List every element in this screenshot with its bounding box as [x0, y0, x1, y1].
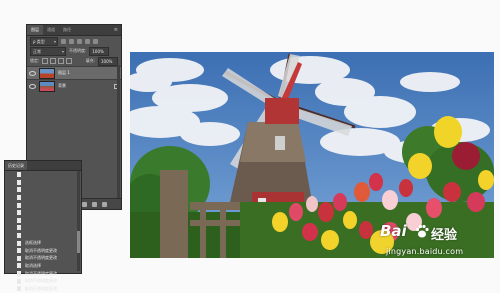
- visibility-eye-icon[interactable]: [29, 83, 36, 89]
- history-item[interactable]: [5, 186, 81, 194]
- history-item[interactable]: 取消选择: [5, 262, 81, 270]
- trash-icon[interactable]: [101, 201, 107, 207]
- lock-pixels-icon[interactable]: [50, 58, 57, 64]
- tab-history[interactable]: 历史记录: [5, 161, 27, 170]
- history-state-icon: [17, 233, 21, 239]
- adjustment-filter-icon[interactable]: [69, 38, 74, 44]
- history-item[interactable]: [5, 217, 81, 225]
- layer-thumbnail: [39, 67, 55, 79]
- shape-filter-icon[interactable]: [85, 38, 90, 44]
- history-item[interactable]: [5, 209, 81, 217]
- layers-scrollbar[interactable]: [117, 65, 120, 205]
- history-item-label: 取消选择: [25, 262, 41, 268]
- history-item[interactable]: [5, 201, 81, 209]
- fill-field[interactable]: 100%: [98, 56, 118, 66]
- layer-filter-row: ρ 类型: [27, 36, 121, 46]
- paw-icon: [415, 224, 429, 238]
- history-state-icon: [17, 172, 21, 178]
- history-state-icon: [17, 202, 21, 208]
- history-state-icon: [17, 278, 21, 284]
- history-panel-tabs: 历史记录: [5, 161, 81, 171]
- tab-channels[interactable]: 通道: [43, 25, 59, 35]
- baidu-jingyan-watermark: Bai 经验 jingyan.baidu.com: [380, 222, 498, 268]
- history-item-label: 取消不透明度更改: [25, 278, 57, 284]
- history-item-label: 取消不透明度更改: [25, 285, 57, 291]
- history-item[interactable]: 取消不透明度更改: [5, 277, 81, 285]
- layer-name: 背景: [58, 83, 66, 88]
- history-item-label: 取消不透明度更改: [25, 247, 57, 253]
- tab-paths[interactable]: 路径: [59, 25, 75, 35]
- pixel-filter-icon[interactable]: [61, 38, 66, 44]
- history-scrollbar-thumb[interactable]: [77, 231, 80, 253]
- history-item[interactable]: 取消不透明度更改: [5, 255, 81, 263]
- history-panel: 历史记录 选框选择 取消不透明度更改 取消不透明度更改 取消选择 取消不透明度更改 取消不…: [4, 160, 82, 292]
- history-state-icon: [17, 255, 21, 261]
- filter-icons: [61, 38, 98, 44]
- visibility-eye-icon[interactable]: [29, 70, 36, 76]
- layer-row-background[interactable]: 背景: [27, 79, 121, 92]
- history-item[interactable]: [5, 179, 81, 187]
- kind-filter-select[interactable]: ρ 类型: [30, 36, 58, 46]
- watermark-brand: Bai: [380, 222, 407, 240]
- opacity-field[interactable]: 100%: [89, 46, 110, 56]
- layer-thumbnail: [39, 80, 55, 92]
- history-state-icon: [17, 217, 21, 223]
- new-layer-icon[interactable]: [91, 201, 97, 207]
- lock-label: 锁定:: [30, 58, 40, 63]
- lock-transparency-icon[interactable]: [42, 58, 49, 64]
- watermark-url: jingyan.baidu.com: [386, 247, 464, 256]
- panel-menu-icon[interactable]: ≡: [114, 25, 121, 35]
- history-item[interactable]: 选框选择: [5, 239, 81, 247]
- fill-label: 填充:: [85, 58, 95, 63]
- history-state-icon: [17, 187, 21, 193]
- history-state-icon: [17, 240, 21, 246]
- lock-row: 锁定: 填充: 100%: [27, 56, 121, 66]
- history-item[interactable]: 取消不透明度更改: [5, 285, 81, 293]
- lock-icons: [42, 58, 73, 64]
- history-state-icon: [17, 195, 21, 201]
- history-state-icon: [17, 179, 21, 185]
- history-state-icon: [17, 225, 21, 231]
- layer-name: 图层 1: [58, 70, 70, 75]
- history-item[interactable]: [5, 232, 81, 240]
- lock-all-icon[interactable]: [66, 58, 73, 64]
- smart-object-filter-icon[interactable]: [93, 38, 98, 44]
- layers-panel-tabs: 图层 通道 路径 ≡: [27, 25, 121, 36]
- type-filter-icon[interactable]: [77, 38, 82, 44]
- history-item[interactable]: [5, 171, 81, 179]
- blend-mode-select[interactable]: 正常: [30, 46, 66, 56]
- history-item-label: 选框选择: [25, 240, 41, 246]
- history-list: 选框选择 取消不透明度更改 取消不透明度更改 取消选择 取消不透明度更改 取消不透明度更改…: [5, 171, 81, 293]
- history-state-icon: [17, 248, 21, 254]
- history-scrollbar[interactable]: [77, 171, 80, 271]
- history-item[interactable]: [5, 194, 81, 202]
- history-state-icon: [17, 210, 21, 216]
- history-item[interactable]: [5, 224, 81, 232]
- lock-position-icon[interactable]: [58, 58, 65, 64]
- watermark-brand-cn: 经验: [431, 228, 458, 243]
- history-state-icon: [17, 286, 21, 292]
- history-item[interactable]: 取消不透明度更改: [5, 247, 81, 255]
- blend-row: 正常 不透明度: 100%: [27, 46, 121, 56]
- opacity-label: 不透明度:: [69, 48, 87, 53]
- layer-row-layer1[interactable]: 图层 1: [27, 66, 121, 79]
- new-group-icon[interactable]: [81, 201, 87, 207]
- tab-layers[interactable]: 图层: [27, 25, 43, 35]
- history-state-icon: [17, 263, 21, 269]
- history-item-label: 取消不透明度更改: [25, 255, 57, 261]
